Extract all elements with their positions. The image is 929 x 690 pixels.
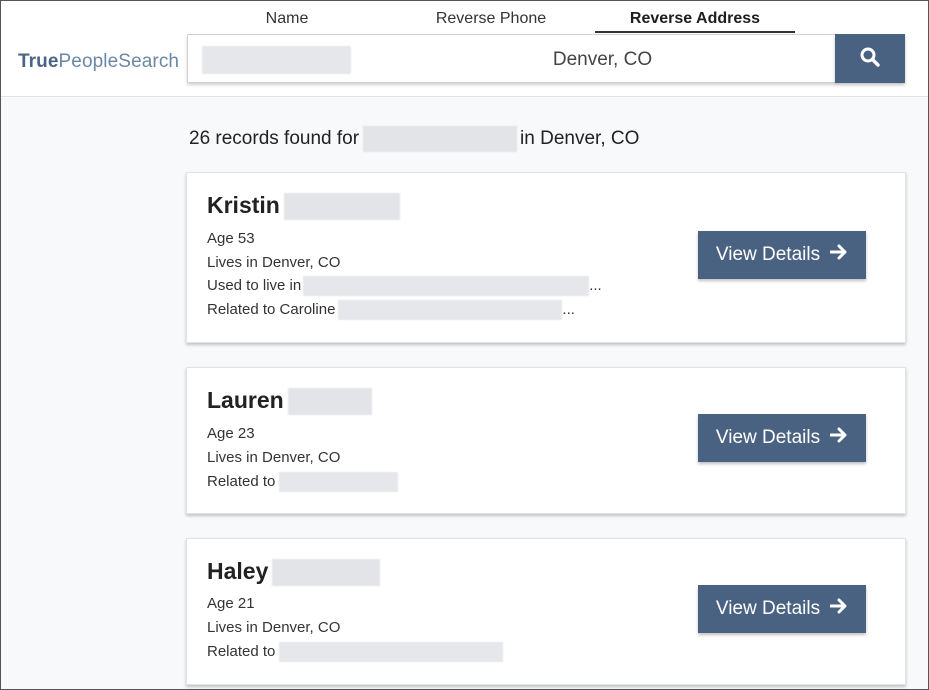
person-first-name: Lauren <box>207 387 284 413</box>
search-button[interactable] <box>835 34 905 83</box>
view-details-button[interactable]: View Details <box>698 585 866 633</box>
redacted-query <box>363 125 518 152</box>
related-to-label: Related to Caroline <box>207 301 336 318</box>
person-name: Lauren <box>207 385 372 416</box>
tab-reverse-phone[interactable]: Reverse Phone <box>387 7 595 33</box>
logo-bold-text: True <box>18 51 59 72</box>
results-summary: 26 records found for in Denver, CO <box>189 125 639 153</box>
tab-reverse-address[interactable]: Reverse Address <box>595 7 795 33</box>
arrow-right-icon <box>829 426 848 450</box>
related-to-ellipsis: ... <box>562 301 575 318</box>
search-location-value: Denver, CO <box>552 49 653 70</box>
redacted-last-name <box>287 388 372 416</box>
result-card: Haley Age 21 Lives in Denver, CO Related… <box>186 538 906 685</box>
view-details-label: View Details <box>715 598 821 619</box>
search-icon <box>860 47 880 70</box>
person-used-to-live: Used to live in... <box>207 275 602 297</box>
search-input[interactable]: Denver, CO <box>187 34 836 83</box>
redacted-relatives <box>338 300 563 321</box>
person-related-to: Related to Caroline... <box>207 299 575 321</box>
person-first-name: Kristin <box>207 192 280 218</box>
top-bar: TruePeopleSearch Name Reverse Phone Reve… <box>1 1 928 97</box>
person-lives-in: Lives in Denver, CO <box>207 619 341 636</box>
redacted-relatives <box>279 642 504 663</box>
view-details-label: View Details <box>715 244 821 265</box>
person-age: Age 23 <box>207 425 255 442</box>
redacted-relatives <box>279 472 399 493</box>
person-age: Age 53 <box>207 230 255 247</box>
result-card: Kristin Age 53 Lives in Denver, CO Used … <box>186 172 906 343</box>
results-suffix: in Denver, CO <box>520 128 640 149</box>
used-to-live-label: Used to live in <box>207 277 302 294</box>
tab-name[interactable]: Name <box>187 7 387 33</box>
person-related-to: Related to <box>207 641 504 663</box>
related-to-label: Related to <box>207 643 276 660</box>
person-first-name: Haley <box>207 558 269 584</box>
person-lives-in: Lives in Denver, CO <box>207 254 341 271</box>
view-details-button[interactable]: View Details <box>698 414 866 462</box>
site-logo[interactable]: TruePeopleSearch <box>18 51 179 73</box>
redacted-addresses <box>303 276 590 297</box>
results-prefix: 26 records found for <box>189 128 360 149</box>
person-age: Age 21 <box>207 595 255 612</box>
person-name: Kristin <box>207 190 400 221</box>
result-card: Lauren Age 23 Lives in Denver, CO Relate… <box>186 367 906 514</box>
person-name: Haley <box>207 556 381 587</box>
redacted-last-name <box>283 193 400 221</box>
used-to-live-ellipsis: ... <box>589 277 602 294</box>
person-lives-in: Lives in Denver, CO <box>207 449 341 466</box>
related-to-label: Related to <box>207 473 276 490</box>
person-related-to: Related to <box>207 471 399 493</box>
logo-text: PeopleSearch <box>58 51 180 72</box>
arrow-right-icon <box>829 243 848 267</box>
arrow-right-icon <box>829 597 848 621</box>
redacted-last-name <box>272 559 381 587</box>
view-details-label: View Details <box>715 427 821 448</box>
view-details-button[interactable]: View Details <box>698 231 866 279</box>
